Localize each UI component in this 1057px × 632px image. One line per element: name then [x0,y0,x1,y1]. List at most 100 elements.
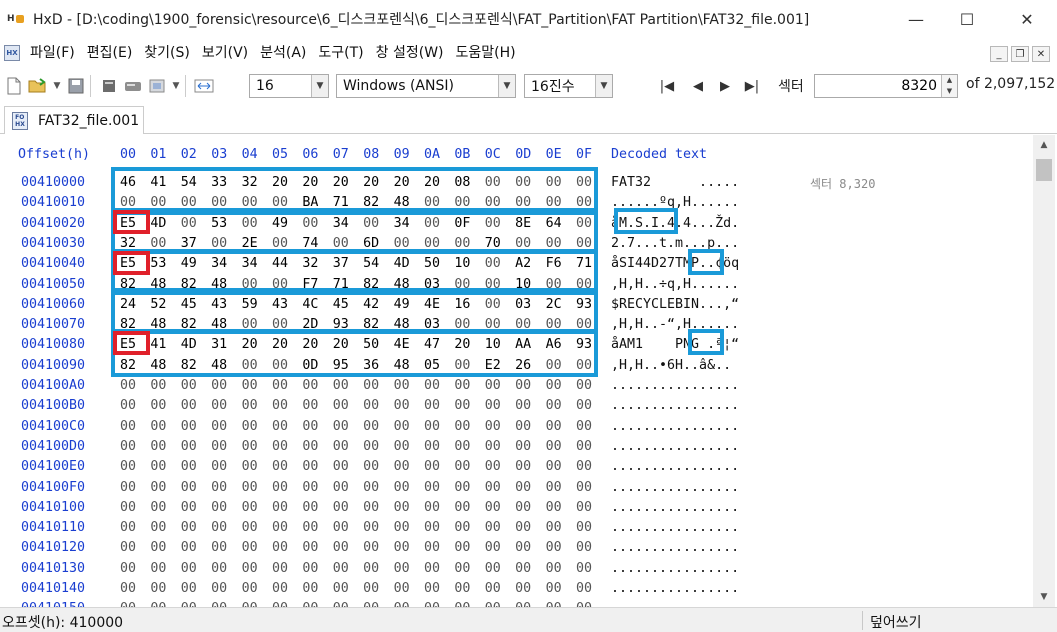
hex-byte[interactable]: 00 [299,520,321,535]
hex-byte[interactable]: 00 [512,480,534,495]
hex-byte[interactable]: 00 [330,398,352,413]
status-edit-mode[interactable]: 덮어쓰기 [870,612,922,632]
hex-byte[interactable]: 00 [147,500,169,515]
hex-byte[interactable]: 00 [360,520,382,535]
hex-byte[interactable]: 00 [269,419,291,434]
hex-byte[interactable]: 00 [512,459,534,474]
hex-byte[interactable]: 00 [573,439,595,454]
hex-byte[interactable]: 00 [178,480,200,495]
hex-byte[interactable]: 00 [421,520,443,535]
ram-dropdown-icon[interactable]: ▼ [171,76,181,96]
hex-byte[interactable]: 00 [269,398,291,413]
hex-byte[interactable]: 00 [208,581,230,596]
hex-byte[interactable]: 00 [117,500,139,515]
hex-byte[interactable]: 00 [299,419,321,434]
chevron-down-icon[interactable]: ▼ [311,75,328,97]
hex-byte[interactable]: 00 [269,520,291,535]
hex-byte[interactable]: 00 [239,439,261,454]
hex-byte[interactable]: 00 [360,398,382,413]
hex-byte[interactable]: 00 [482,378,504,393]
hex-byte[interactable]: 00 [330,439,352,454]
close-button[interactable]: ✕ [1004,0,1050,38]
mdi-restore-button[interactable]: ❐ [1011,46,1029,62]
hex-byte[interactable]: 00 [512,439,534,454]
hex-byte[interactable]: 00 [208,378,230,393]
hex-byte[interactable]: 00 [543,439,565,454]
offset-base-select[interactable]: 16진수 ▼ [524,74,613,98]
hex-byte[interactable]: 00 [178,459,200,474]
hex-byte[interactable]: 00 [451,500,473,515]
hex-byte[interactable]: 00 [421,581,443,596]
hex-byte[interactable]: 00 [117,439,139,454]
sector-input[interactable]: 8320 [814,74,958,98]
hex-byte[interactable]: 00 [330,459,352,474]
hex-byte[interactable]: 00 [573,419,595,434]
hex-byte[interactable]: 00 [178,378,200,393]
hex-byte[interactable]: 00 [451,398,473,413]
decoded-text[interactable]: ................ [611,480,739,495]
hex-byte[interactable]: 00 [178,398,200,413]
hex-byte[interactable]: 00 [573,540,595,555]
sector-editor-icon[interactable] [99,76,119,96]
hex-byte[interactable]: 00 [482,459,504,474]
hex-byte[interactable]: 00 [330,500,352,515]
hex-byte[interactable]: 00 [391,439,413,454]
hex-byte[interactable]: 00 [208,439,230,454]
hex-byte[interactable]: 00 [482,480,504,495]
hex-byte[interactable]: 00 [269,378,291,393]
decoded-text[interactable]: ................ [611,419,739,434]
tab-fat32-file[interactable]: FO HX FAT32_file.001 [4,106,144,134]
hex-byte[interactable]: 00 [330,561,352,576]
hex-byte[interactable]: 00 [269,500,291,515]
hex-byte[interactable]: 00 [391,500,413,515]
hex-byte[interactable]: 00 [269,459,291,474]
hex-byte[interactable]: 00 [239,540,261,555]
hex-byte[interactable]: 00 [360,581,382,596]
hex-byte[interactable]: 00 [512,419,534,434]
hex-byte[interactable]: 00 [239,561,261,576]
chevron-down-icon[interactable]: ▼ [498,75,515,97]
menu-view[interactable]: 보기(V) [196,40,254,66]
hex-byte[interactable]: 00 [239,581,261,596]
save-icon[interactable] [66,76,86,96]
hex-byte[interactable]: 00 [421,398,443,413]
hex-byte[interactable]: 00 [573,378,595,393]
hex-byte[interactable]: 00 [543,459,565,474]
hex-byte[interactable]: 00 [299,398,321,413]
hex-byte[interactable]: 00 [391,480,413,495]
scroll-up-icon[interactable]: ▲ [1033,135,1055,155]
hex-byte[interactable]: 00 [421,378,443,393]
mdi-close-button[interactable]: ✕ [1032,46,1050,62]
hex-byte[interactable]: 00 [117,581,139,596]
hex-byte[interactable]: 00 [421,540,443,555]
hex-byte[interactable]: 00 [269,480,291,495]
hex-editor-view[interactable]: Offset(h) 00 01 02 03 04 05 06 07 08 09 0A 0B 0C 0D 0E… [0,135,1033,607]
hex-byte[interactable]: 00 [147,561,169,576]
hex-byte[interactable]: 00 [239,459,261,474]
decoded-text[interactable]: ................ [611,581,739,596]
hex-byte[interactable]: 00 [299,480,321,495]
hex-byte[interactable]: 00 [360,439,382,454]
decoded-text[interactable]: ................ [611,540,739,555]
hex-byte[interactable]: 00 [178,419,200,434]
hex-byte[interactable]: 00 [178,500,200,515]
hex-byte[interactable]: 00 [573,459,595,474]
decoded-text[interactable]: ................ [611,500,739,515]
hex-byte[interactable]: 00 [573,500,595,515]
hex-byte[interactable]: 00 [543,419,565,434]
hex-byte[interactable]: 00 [178,561,200,576]
hex-byte[interactable]: 00 [391,398,413,413]
hex-byte[interactable]: 00 [117,520,139,535]
hex-byte[interactable]: 00 [147,439,169,454]
hex-byte[interactable]: 00 [147,480,169,495]
hex-byte[interactable]: 00 [543,378,565,393]
hex-byte[interactable]: 00 [239,500,261,515]
hex-byte[interactable]: 00 [178,540,200,555]
hex-byte[interactable]: 00 [269,540,291,555]
hex-byte[interactable]: 00 [451,439,473,454]
hex-byte[interactable]: 00 [299,581,321,596]
hex-byte[interactable]: 00 [512,520,534,535]
hex-byte[interactable]: 00 [330,581,352,596]
hex-byte[interactable]: 00 [299,378,321,393]
hex-byte[interactable]: 00 [512,581,534,596]
